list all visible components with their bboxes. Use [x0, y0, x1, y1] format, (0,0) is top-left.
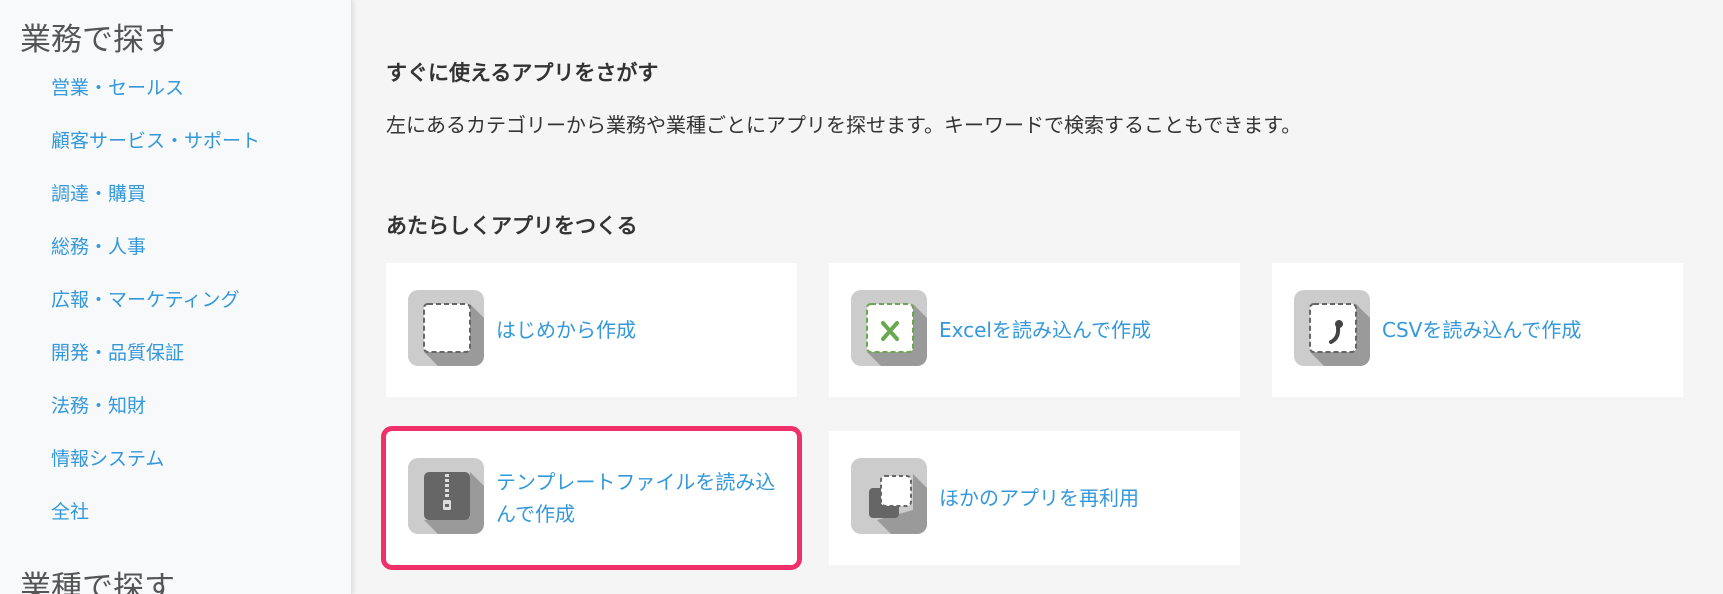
sidebar-item-it[interactable]: 情報システム	[51, 441, 260, 494]
csv-import-icon	[1294, 290, 1370, 366]
create-from-excel-card[interactable]: Excelを読み込んで作成	[829, 263, 1240, 397]
create-from-csv-card[interactable]: CSVを読み込んで作成	[1272, 263, 1683, 397]
sidebar-item-sales[interactable]: 営業・セールス	[51, 70, 260, 123]
blank-app-icon	[408, 290, 484, 366]
sidebar-item-marketing[interactable]: 広報・マーケティング	[51, 282, 260, 335]
sidebar-item-company-wide[interactable]: 全社	[51, 494, 260, 547]
reuse-app-label: ほかのアプリを再利用	[939, 486, 1139, 510]
business-category-list: 営業・セールス 顧客サービス・サポート 調達・購買 総務・人事 広報・マーケティ…	[51, 70, 260, 547]
page: 業務で探す 営業・セールス 顧客サービス・サポート 調達・購買 総務・人事 広報…	[0, 0, 1723, 594]
create-from-template-card[interactable]: テンプレートファイルを読み込んで作成	[381, 426, 802, 570]
excel-import-icon	[851, 290, 927, 366]
heading-create-app: あたらしくアプリをつくる	[386, 214, 638, 238]
sidebar-item-legal[interactable]: 法務・知財	[51, 388, 260, 441]
create-from-scratch-card[interactable]: はじめから作成	[386, 263, 797, 397]
category-sidebar: 業務で探す 営業・セールス 顧客サービス・サポート 調達・購買 総務・人事 広報…	[0, 0, 352, 594]
section-title-industry: 業種で探す	[20, 570, 175, 594]
find-apps-description: 左にあるカテゴリーから業務や業種ごとにアプリを探せます。キーワードで検索すること…	[386, 113, 1302, 137]
create-from-excel-label: Excelを読み込んで作成	[939, 318, 1151, 342]
create-from-template-label: テンプレートファイルを読み込んで作成	[496, 470, 776, 526]
section-title-business: 業務で探す	[20, 22, 175, 58]
create-from-scratch-label: はじめから作成	[496, 318, 636, 342]
sidebar-item-procurement[interactable]: 調達・購買	[51, 176, 260, 229]
sidebar-item-development[interactable]: 開発・品質保証	[51, 335, 260, 388]
sidebar-item-general-affairs[interactable]: 総務・人事	[51, 229, 260, 282]
reuse-app-card[interactable]: ほかのアプリを再利用	[829, 431, 1240, 565]
create-from-csv-label: CSVを読み込んで作成	[1382, 318, 1582, 342]
copy-app-icon	[851, 458, 927, 534]
heading-find-apps: すぐに使えるアプリをさがす	[386, 61, 659, 85]
zip-template-icon	[408, 458, 484, 534]
sidebar-item-customer-service[interactable]: 顧客サービス・サポート	[51, 123, 260, 176]
